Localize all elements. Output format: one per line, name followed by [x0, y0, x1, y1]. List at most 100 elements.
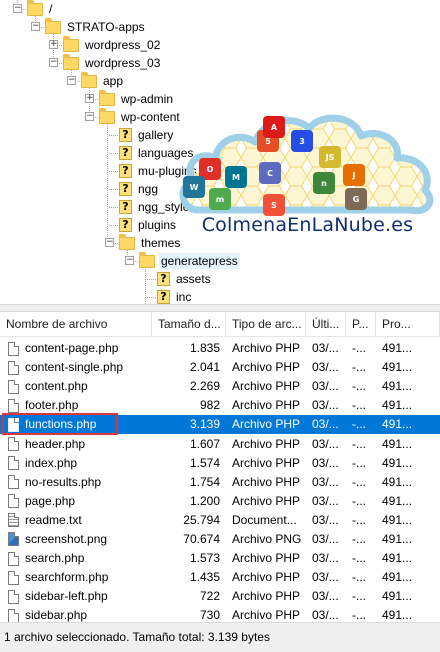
file-name-cell: content-single.php	[0, 358, 152, 377]
file-row[interactable]: content-page.php 1.835 Archivo PHP 03/... -.…	[0, 339, 440, 358]
file-owner: 491...	[382, 589, 413, 604]
file-size: 722	[199, 589, 220, 604]
file-owner: 491...	[382, 512, 413, 527]
text-file-icon	[8, 513, 19, 528]
nodejs-icon: n	[313, 172, 335, 194]
php-file-icon	[8, 589, 19, 604]
tree-node-strato-apps[interactable]: STRATO-apps	[45, 17, 147, 36]
column-header-permissions[interactable]: P...	[346, 312, 376, 337]
file-row[interactable]: content-single.php 2.041 Archivo PHP 03/...…	[0, 358, 440, 377]
mysql-icon: M	[225, 166, 247, 188]
file-type: Document...	[232, 512, 297, 527]
file-row[interactable]: searchform.php 1.435 Archivo PHP 03/... -...…	[0, 568, 440, 587]
collapse-icon[interactable]: −	[67, 76, 76, 85]
column-header-owner[interactable]: Pro...	[376, 312, 440, 337]
column-header-modified[interactable]: Últi...	[306, 312, 346, 337]
file-row[interactable]: screenshot.png 70.674 Archivo PNG 03/... -..…	[0, 530, 440, 549]
java-icon: J	[343, 164, 365, 186]
tree-node-assets[interactable]: ? assets	[157, 270, 213, 288]
image-file-icon	[8, 532, 19, 547]
tree-node-ngg[interactable]: ? ngg	[119, 180, 160, 198]
tree-node-app[interactable]: app	[81, 71, 125, 90]
folder-icon	[63, 53, 79, 70]
tree-node-[interactable]: /	[27, 0, 54, 18]
file-owner: 491...	[382, 531, 413, 546]
file-name-cell: sidebar-left.php	[0, 587, 152, 606]
file-row[interactable]: sidebar-left.php 722 Archivo PHP 03/... -...…	[0, 587, 440, 606]
folder-icon	[139, 251, 155, 268]
column-header-size[interactable]: Tamaño d...	[152, 312, 226, 337]
file-permissions: -...	[352, 531, 366, 546]
collapse-icon[interactable]: −	[31, 22, 40, 31]
file-name-cell: content-page.php	[0, 339, 152, 358]
tree-guide-line	[107, 117, 108, 243]
file-modified: 03/...	[312, 608, 339, 622]
file-modified: 03/...	[312, 589, 339, 604]
file-row[interactable]: functions.php 3.139 Archivo PHP 03/... -... 4…	[0, 415, 440, 435]
php-file-icon	[8, 570, 19, 585]
tree-node-wordpress-03[interactable]: wordpress_03	[63, 53, 162, 72]
file-row[interactable]: header.php 1.607 Archivo PHP 03/... -... 491.…	[0, 434, 440, 453]
file-name-cell: readme.txt	[0, 511, 152, 530]
tree-node-themes[interactable]: themes	[119, 233, 182, 252]
collapse-icon[interactable]: −	[125, 256, 134, 265]
tree-node-label: generatepress	[159, 253, 240, 269]
tree-node-wordpress-02[interactable]: wordpress_02	[63, 35, 162, 54]
collapse-icon[interactable]: −	[105, 238, 114, 247]
tree-node-wp-content[interactable]: wp-content	[99, 107, 182, 126]
file-size: 982	[199, 398, 220, 413]
file-owner: 491...	[382, 341, 413, 356]
file-size: 70.674	[183, 531, 220, 546]
file-name: content-page.php	[25, 341, 119, 356]
file-row[interactable]: no-results.php 1.754 Archivo PHP 03/... -...…	[0, 473, 440, 492]
unknown-folder-icon: ?	[119, 128, 132, 142]
file-row[interactable]: footer.php 982 Archivo PHP 03/... -... 491...	[0, 396, 440, 415]
file-modified: 03/...	[312, 417, 339, 432]
column-header-name[interactable]: Nombre de archivo	[0, 312, 152, 337]
file-row[interactable]: sidebar.php 730 Archivo PHP 03/... -... 491..…	[0, 606, 440, 622]
file-name-cell: functions.php	[0, 415, 152, 434]
file-name-cell: no-results.php	[0, 473, 152, 492]
tree-node-plugins[interactable]: ? plugins	[119, 216, 178, 234]
file-modified: 03/...	[312, 379, 339, 394]
collapse-icon[interactable]: −	[49, 58, 58, 67]
collapse-icon[interactable]: −	[13, 4, 22, 13]
file-name: search.php	[25, 551, 85, 566]
file-name: sidebar.php	[25, 608, 88, 622]
tree-node-gallery[interactable]: ? gallery	[119, 126, 175, 144]
collapse-icon[interactable]: −	[85, 112, 94, 121]
file-modified: 03/...	[312, 398, 339, 413]
unknown-folder-icon: ?	[119, 182, 132, 196]
pane-splitter[interactable]	[0, 304, 440, 312]
gimp-icon: G	[345, 188, 367, 210]
file-type: Archivo PNG	[232, 531, 302, 546]
unknown-folder-icon: ?	[119, 164, 132, 178]
file-row[interactable]: readme.txt 25.794 Document... 03/... -... 491…	[0, 511, 440, 530]
unknown-folder-icon: ?	[119, 200, 132, 214]
file-modified: 03/...	[312, 531, 339, 546]
column-header-type[interactable]: Tipo de arc...	[226, 312, 306, 337]
tree-guide-line	[109, 189, 118, 190]
tree-node-inc[interactable]: ? inc	[157, 288, 193, 304]
tree-node-label: assets	[176, 272, 211, 286]
file-row[interactable]: page.php 1.200 Archivo PHP 03/... -... 491...	[0, 492, 440, 511]
expand-icon[interactable]: +	[49, 40, 58, 49]
remote-directory-tree[interactable]: − / − STRATO-apps + wordpress_02− wordpress_03…	[0, 0, 440, 304]
file-row[interactable]: search.php 1.573 Archivo PHP 03/... -... 491.…	[0, 549, 440, 568]
expand-icon[interactable]: +	[85, 94, 94, 103]
php-file-icon	[8, 417, 19, 432]
watermark-logo: ColmenaEnLaNube.es 5 A 3 O Cn JS J W Mm S G	[175, 110, 440, 250]
file-modified: 03/...	[312, 512, 339, 527]
file-row[interactable]: index.php 1.574 Archivo PHP 03/... -... 491..…	[0, 454, 440, 473]
file-permissions: -...	[352, 398, 366, 413]
unknown-folder-icon: ?	[119, 146, 132, 160]
file-modified: 03/...	[312, 341, 339, 356]
file-type: Archivo PHP	[232, 551, 301, 566]
tree-node-generatepress[interactable]: generatepress	[139, 251, 240, 270]
file-owner: 491...	[382, 570, 413, 585]
php-file-icon	[8, 360, 19, 375]
tree-node-wp-admin[interactable]: wp-admin	[99, 89, 175, 108]
file-row[interactable]: content.php 2.269 Archivo PHP 03/... -... 491…	[0, 377, 440, 396]
tree-node-label: wp-admin	[121, 92, 174, 106]
remote-file-list[interactable]: Nombre de archivo Tamaño d... Tipo de ar…	[0, 312, 440, 622]
